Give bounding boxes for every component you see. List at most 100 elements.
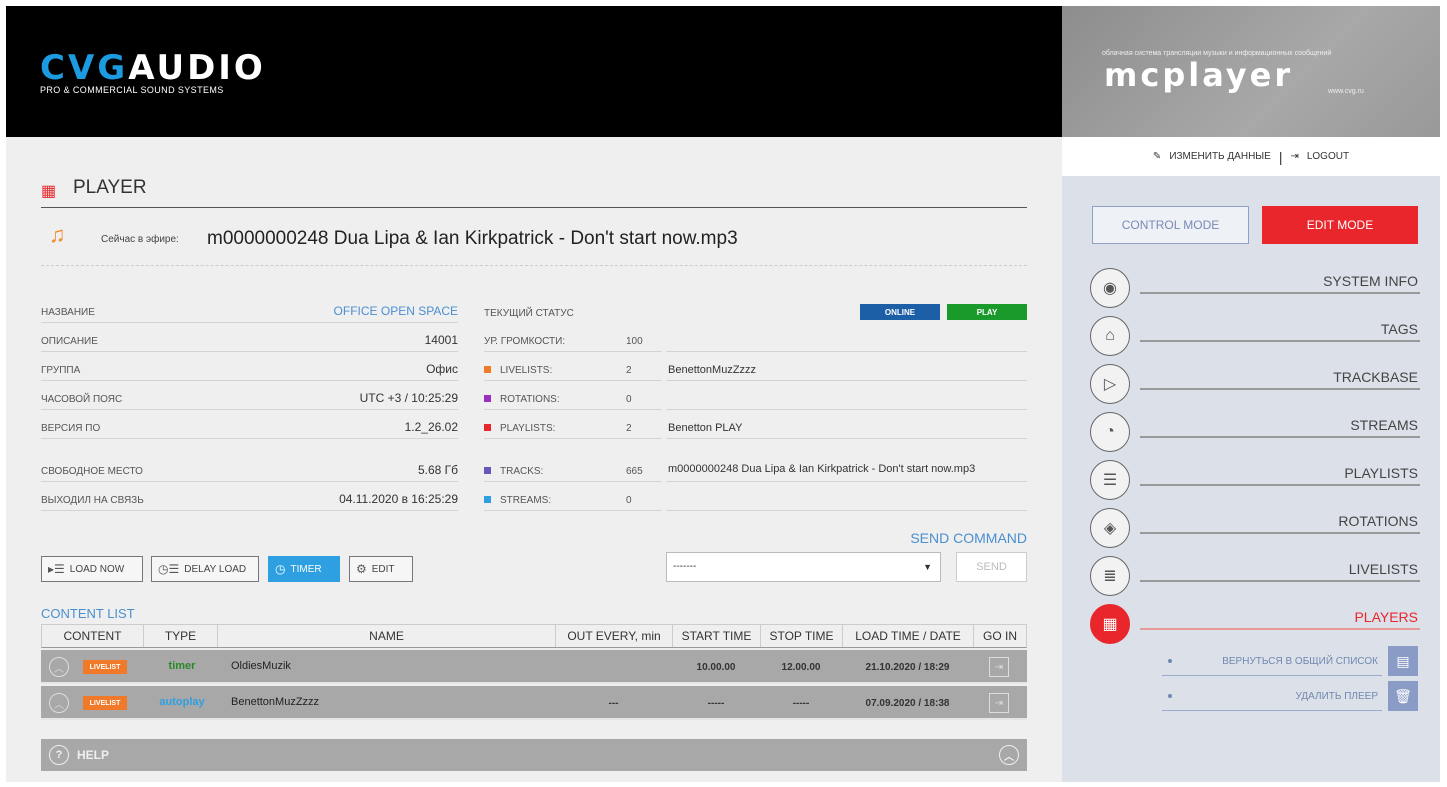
content-table-header: CONTENT TYPE NAME OUT EVERY, min START T… [41,624,1027,648]
info-key: ВЫХОДИЛ НА СВЯЗЬ [41,495,144,506]
status-tracks: TRACKS: 665 [484,456,662,482]
app-frame: CVGAUDIO PRO & COMMERCIAL SOUND SYSTEMS … [6,6,1440,782]
row-name: OldiesMuzik [231,660,291,672]
divider: | [1278,148,1283,165]
nav-playlists[interactable]: ☰ PLAYLISTS [1090,460,1420,500]
row-out-every: --- [608,698,619,709]
logout-icon: ⇥ [1290,151,1299,162]
status-streams: STREAMS: 0 [484,485,662,511]
nav-label: LIVELISTS [1348,561,1418,577]
help-label: HELP [77,748,110,762]
col-header[interactable]: TYPE [144,625,218,647]
mcplayer-logo[interactable]: mcplayer [1104,58,1293,92]
row-type: autoplay [159,696,205,708]
mcplayer-url: www.cvg.ru [1328,88,1364,95]
table-row[interactable]: ︿ LIVELIST timer OldiesMuzik 10.00.00 12… [41,650,1027,684]
logout-link[interactable]: LOGOUT [1307,151,1349,162]
status-header-label: ТЕКУЩИЙ СТАТУС [484,308,574,319]
nav-system-info[interactable]: ◉ SYSTEM INFO [1090,268,1420,308]
cvg-audio-logo[interactable]: CVGAUDIO PRO & COMMERCIAL SOUND SYSTEMS [40,51,266,95]
logo-cvg-text: CVG [40,48,129,88]
info-value: 04.11.2020 в 16:25:29 [339,492,458,506]
status-detail [666,384,1027,410]
nav-streams[interactable]: ◔ STREAMS [1090,412,1420,452]
info-key: ГРУППА [41,365,81,376]
nav-livelists[interactable]: ≣ LIVELISTS [1090,556,1420,596]
music-file-icon: ▷ [1090,364,1130,404]
edit-mode-button[interactable]: EDIT MODE [1262,206,1418,244]
timer-button[interactable]: ◷ TIMER [268,556,340,582]
send-button[interactable]: SEND [956,552,1027,582]
collapse-icon[interactable]: ︿ [999,745,1019,765]
row-stop: ----- [792,698,810,709]
expand-icon[interactable]: ︿ [49,693,69,713]
go-in-icon[interactable]: ⇥ [989,657,1009,677]
page-title: ▦ PLAYER [41,176,1027,208]
back-to-list-link[interactable]: ВЕРНУТЬСЯ В ОБЩИЙ СПИСОК ▤ [1162,646,1418,676]
sub-label: УДАЛИТЬ ПЛЕЕР [1295,691,1378,702]
status-key: ROTATIONS: [500,394,560,405]
eye-icon: ◉ [1090,268,1130,308]
status-volume: УР. ГРОМКОСТИ: 100 [484,326,662,352]
table-row[interactable]: ︿ LIVELIST autoplay BenettonMuzZzzz --- … [41,686,1027,720]
status-key: УР. ГРОМКОСТИ: [484,336,566,347]
col-header[interactable]: CONTENT [42,625,144,647]
status-detail-livelist: BenettonMuzZzzz [666,355,1027,381]
row-load: 21.10.2020 / 18:29 [865,662,950,673]
nav-tags[interactable]: ⌂ TAGS [1090,316,1420,356]
status-detail [666,485,1027,511]
go-in-icon[interactable]: ⇥ [989,693,1009,713]
header-bar: CVGAUDIO PRO & COMMERCIAL SOUND SYSTEMS [6,6,1062,137]
info-value: Офис [426,362,458,376]
chevron-down-icon: ▼ [923,562,932,572]
track-color-square [484,467,491,474]
col-header[interactable]: NAME [218,625,556,647]
col-header[interactable]: START TIME [673,625,761,647]
nav-label: TAGS [1380,321,1418,337]
col-header[interactable]: STOP TIME [761,625,843,647]
info-row-description: ОПИСАНИЕ 14001 [41,326,458,352]
command-select[interactable]: ------- ▼ [666,552,941,582]
nav-rotations[interactable]: ◈ ROTATIONS [1090,508,1420,548]
nav-players[interactable]: ▦ PLAYERS [1090,604,1420,644]
mcplayer-header: облачная система трансляции музыки и инф… [1062,6,1440,137]
col-header[interactable]: OUT EVERY, min [556,625,673,647]
nav-label: PLAYERS [1354,609,1418,625]
nav-trackbase[interactable]: ▷ TRACKBASE [1090,364,1420,404]
help-bar[interactable]: ? HELP ︿ [41,739,1027,771]
playlist-color-square [484,424,491,431]
control-mode-button[interactable]: CONTROL MODE [1092,206,1249,244]
status-detail-track: m0000000248 Dua Lipa & Ian Kirkpatrick -… [666,442,1027,482]
edit-profile-link[interactable]: ИЗМЕНИТЬ ДАННЫЕ [1169,151,1271,162]
button-label: DELAY LOAD [184,563,247,575]
status-header: ТЕКУЩИЙ СТАТУС [484,297,662,323]
nav-label: TRACKBASE [1333,369,1418,385]
row-type: timer [168,660,196,672]
delete-player-link[interactable]: УДАЛИТЬ ПЛЕЕР 🗑 [1162,681,1418,711]
delay-load-button[interactable]: ◷☰ DELAY LOAD [151,556,259,582]
select-value: ------- [673,561,697,572]
info-row-version: ВЕРСИЯ ПО 1.2_26.02 [41,413,458,439]
expand-icon[interactable]: ︿ [49,657,69,677]
player-name-value[interactable]: OFFICE OPEN SPACE [334,304,458,318]
status-key: LIVELISTS: [500,365,553,376]
livelist-badge: LIVELIST [83,660,127,674]
col-header[interactable]: GO IN [974,625,1026,647]
player-icon: ▦ [41,183,57,200]
content-list-label: CONTENT LIST [41,606,135,621]
gear-icon: ⚙ [356,562,367,576]
page-title-text: PLAYER [73,177,147,198]
info-row-last-online: ВЫХОДИЛ НА СВЯЗЬ 04.11.2020 в 16:25:29 [41,485,458,511]
button-label: TIMER [290,563,322,575]
info-key: ОПИСАНИЕ [41,336,98,347]
load-now-button[interactable]: ▸☰ LOAD NOW [41,556,143,582]
info-row-name: НАЗВАНИЕ OFFICE OPEN SPACE [41,297,458,323]
rotation-color-square [484,395,491,402]
nav-label: ROTATIONS [1338,513,1418,529]
now-playing-label: Сейчас в эфире: [101,234,179,245]
col-header[interactable]: LOAD TIME / DATE [843,625,974,647]
now-playing-value: m0000000248 Dua Lipa & Ian Kirkpatrick -… [207,228,738,249]
sub-label: ВЕРНУТЬСЯ В ОБЩИЙ СПИСОК [1222,656,1378,667]
row-name: BenettonMuzZzzz [231,696,320,708]
edit-button[interactable]: ⚙ EDIT [349,556,413,582]
